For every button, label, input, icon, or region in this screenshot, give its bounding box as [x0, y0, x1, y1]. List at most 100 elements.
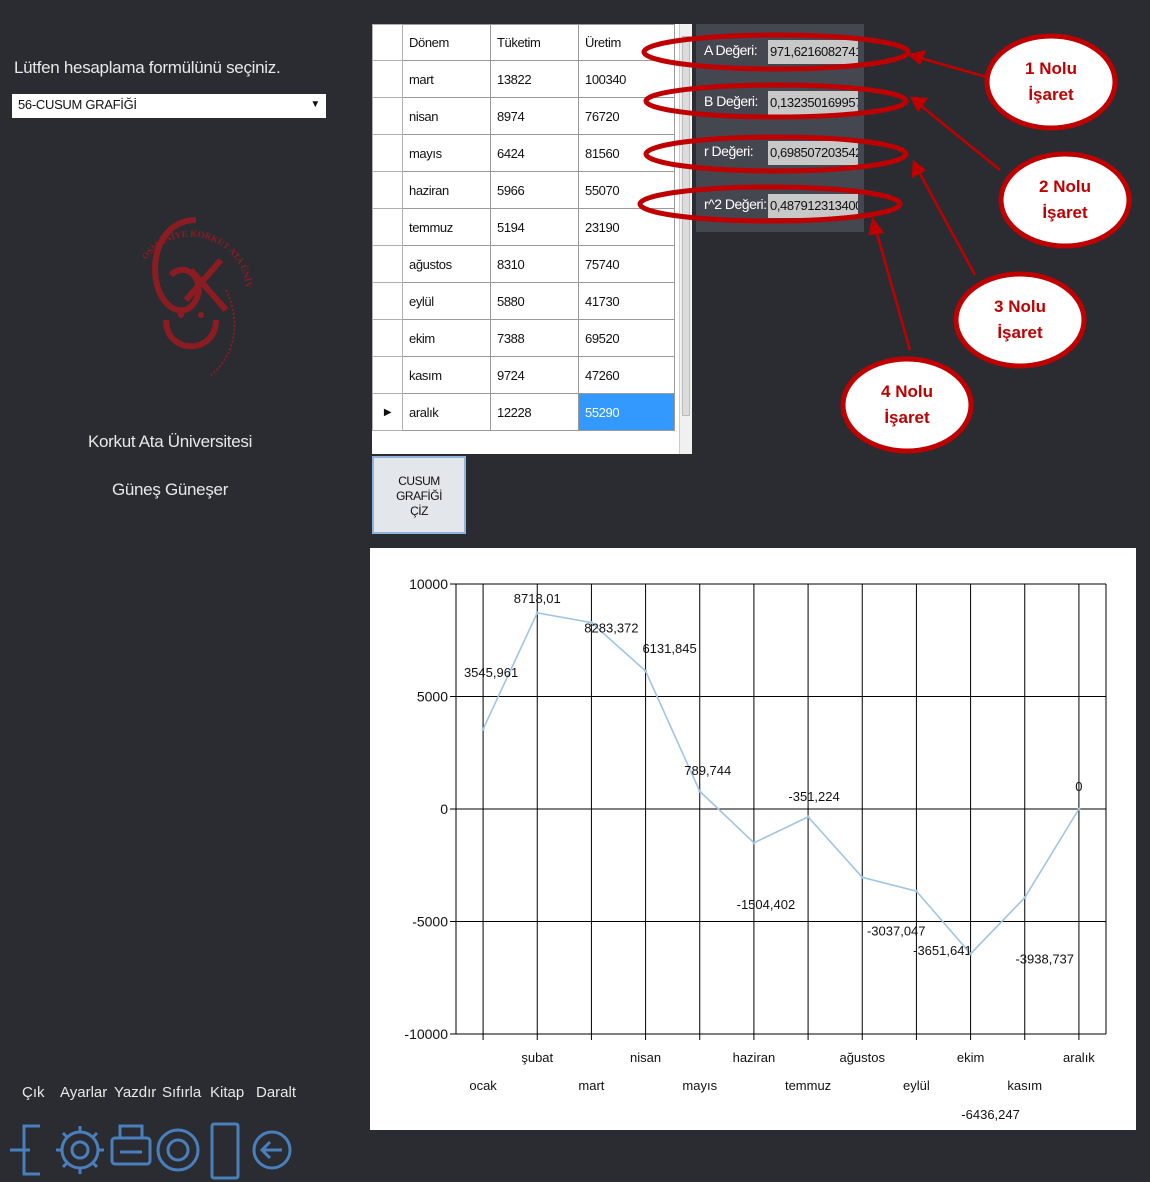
- y-tick-label: 5000: [417, 689, 448, 705]
- cell[interactable]: 5966: [490, 171, 579, 209]
- toolbar-label-print[interactable]: Yazdır: [114, 1084, 156, 1101]
- cell[interactable]: kasım: [402, 356, 491, 394]
- cell[interactable]: 12228: [490, 393, 579, 431]
- cell[interactable]: 6424: [490, 134, 579, 172]
- cell[interactable]: 41730: [578, 282, 675, 320]
- exit-icon[interactable]: [10, 1124, 40, 1176]
- current-row-arrow-icon[interactable]: ▶: [372, 393, 403, 431]
- cell[interactable]: haziran: [402, 171, 491, 209]
- x-tick-label: ağustos: [839, 1050, 885, 1065]
- cell[interactable]: temmuz: [402, 208, 491, 246]
- callout-label-2: 2 Nolu İşaret: [1039, 177, 1091, 222]
- table-row: eylül 5880 41730: [372, 282, 675, 320]
- draw-cusum-button[interactable]: CUSUM GRAFİĞİ ÇİZ: [372, 456, 466, 534]
- y-tick-label: 0: [440, 801, 448, 817]
- printer-icon[interactable]: [110, 1124, 152, 1166]
- table-row: mayıs 6424 81560: [372, 134, 675, 172]
- cell[interactable]: 55070: [578, 171, 675, 209]
- cell[interactable]: 76720: [578, 97, 675, 135]
- cell[interactable]: 13822: [490, 60, 579, 98]
- book-icon[interactable]: [210, 1122, 240, 1180]
- data-label: -6436,247: [961, 1107, 1020, 1122]
- data-point: [535, 611, 539, 615]
- selected-cell[interactable]: 55290: [578, 393, 675, 431]
- toolbar-label-reset[interactable]: Sıfırla: [162, 1084, 201, 1101]
- scrollbar-thumb[interactable]: [682, 36, 690, 416]
- a-value-label: A Değeri:: [704, 42, 758, 58]
- b-value-label: B Değeri:: [704, 93, 758, 109]
- data-label: 0: [1075, 779, 1082, 794]
- cell[interactable]: 47260: [578, 356, 675, 394]
- y-tick-label: -5000: [412, 914, 448, 930]
- cell[interactable]: 8974: [490, 97, 579, 135]
- x-tick-label: temmuz: [785, 1078, 831, 1093]
- x-tick-label: nisan: [630, 1050, 661, 1065]
- data-point: [644, 669, 648, 673]
- dropdown-arrow-icon[interactable]: ▼: [310, 99, 320, 110]
- callout-label-4: 4 Nolu İşaret: [881, 382, 933, 427]
- cell[interactable]: ekim: [402, 319, 491, 357]
- x-tick-label: mart: [578, 1078, 604, 1093]
- reset-icon[interactable]: [156, 1128, 200, 1172]
- cell[interactable]: 69520: [578, 319, 675, 357]
- data-label: -3651,641: [913, 943, 972, 958]
- a-value-field[interactable]: 971,6216082741: [768, 40, 858, 64]
- toolbar-label-collapse[interactable]: Daralt: [256, 1084, 296, 1101]
- cell[interactable]: mayıs: [402, 134, 491, 172]
- cell[interactable]: aralık: [402, 393, 491, 431]
- gear-icon[interactable]: [56, 1126, 104, 1174]
- data-point: [860, 875, 864, 879]
- data-point: [752, 841, 756, 845]
- x-tick-label: ocak: [469, 1078, 497, 1093]
- x-tick-label: aralık: [1063, 1050, 1095, 1065]
- cell[interactable]: ağustos: [402, 245, 491, 283]
- cell[interactable]: mart: [402, 60, 491, 98]
- r-value-field[interactable]: 0,698507203542: [768, 141, 858, 165]
- cell[interactable]: 75740: [578, 245, 675, 283]
- column-header-production[interactable]: Üretim: [578, 24, 675, 61]
- toolbar-label-book[interactable]: Kitap: [210, 1084, 244, 1101]
- table-row: temmuz 5194 23190: [372, 208, 675, 246]
- formula-select[interactable]: 56-CUSUM GRAFİĞİ ▼: [12, 94, 326, 118]
- data-point: [969, 952, 973, 956]
- data-point: [914, 889, 918, 893]
- cell[interactable]: 7388: [490, 319, 579, 357]
- cell[interactable]: eylül: [402, 282, 491, 320]
- cell[interactable]: 100340: [578, 60, 675, 98]
- draw-button-line2: ÇİZ: [410, 504, 428, 518]
- r2-value-field[interactable]: 0,487912313400: [768, 194, 858, 218]
- collapse-icon[interactable]: [252, 1130, 292, 1170]
- table-row: mart 13822 100340: [372, 60, 675, 98]
- callout-label-1: 1 Nolu İşaret: [1025, 59, 1077, 104]
- data-label: -3938,737: [1015, 952, 1074, 967]
- column-header-period[interactable]: Dönem: [402, 24, 491, 61]
- y-tick-label: -10000: [404, 1026, 448, 1042]
- toolbar-icons: [10, 1122, 292, 1180]
- cell[interactable]: 8310: [490, 245, 579, 283]
- cell[interactable]: 23190: [578, 208, 675, 246]
- data-point: [1023, 896, 1027, 900]
- formula-select-value: 56-CUSUM GRAFİĞİ: [18, 97, 137, 112]
- r-value-label: r Değeri:: [704, 143, 754, 159]
- cell[interactable]: 5880: [490, 282, 579, 320]
- cell[interactable]: nisan: [402, 97, 491, 135]
- data-label: -351,224: [788, 789, 839, 804]
- x-tick-label: haziran: [733, 1050, 776, 1065]
- x-tick-label: mayıs: [682, 1078, 717, 1093]
- university-name: Korkut Ata Üniversitesi: [87, 432, 253, 451]
- table-row: nisan 8974 76720: [372, 97, 675, 135]
- cell[interactable]: 5194: [490, 208, 579, 246]
- column-header-consumption[interactable]: Tüketim: [490, 24, 579, 61]
- toolbar-label-settings[interactable]: Ayarlar: [60, 1084, 107, 1101]
- callout-label-3: 3 Nolu İşaret: [994, 297, 1046, 342]
- data-point: [698, 789, 702, 793]
- cell[interactable]: 81560: [578, 134, 675, 172]
- toolbar-label-exit[interactable]: Çık: [22, 1084, 45, 1101]
- data-label: -1504,402: [737, 897, 796, 912]
- b-value-field[interactable]: 0,132350169957: [768, 91, 858, 115]
- cell[interactable]: 9724: [490, 356, 579, 394]
- vertical-scrollbar[interactable]: [679, 24, 692, 454]
- data-label: 8283,372: [584, 621, 638, 636]
- y-tick-label: 10000: [409, 576, 448, 592]
- data-grid[interactable]: Dönem Tüketim Üretim mart 13822 100340 nis…: [372, 24, 692, 454]
